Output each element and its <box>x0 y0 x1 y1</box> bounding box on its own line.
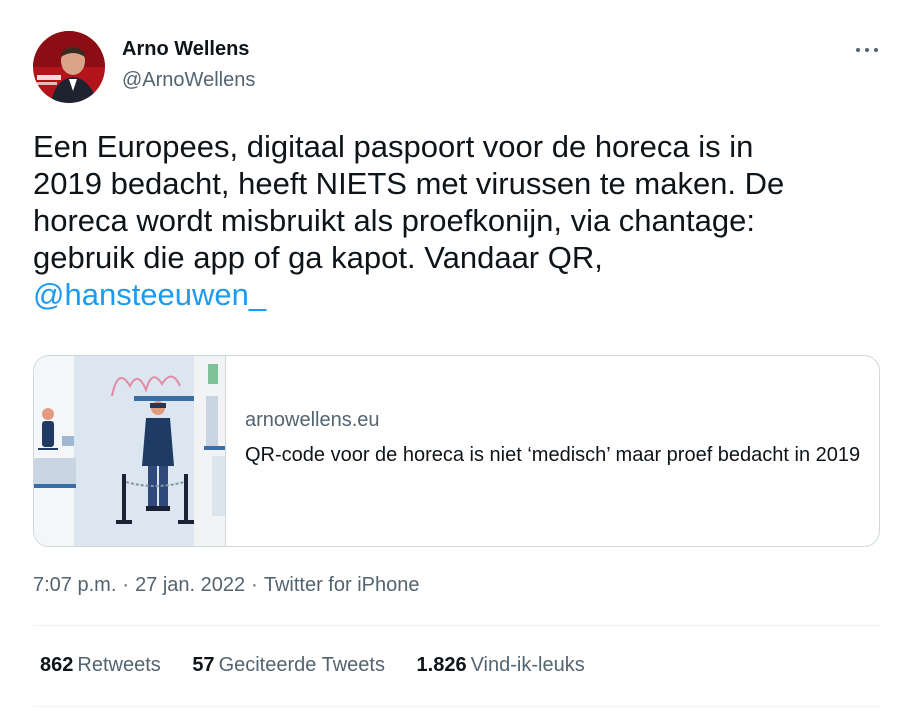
separator: · <box>122 574 130 596</box>
link-card-domain: arnowellens.eu <box>245 409 380 431</box>
likes-stat[interactable]: 1.826 Vind-ik-leuks <box>417 654 585 677</box>
tweet-text: Een Europees, digitaal paspoort voor de … <box>33 128 873 313</box>
card-illustration <box>34 356 225 546</box>
retweets-count: 862 <box>40 654 74 676</box>
divider <box>33 706 881 707</box>
quote-tweets-count: 57 <box>192 654 215 676</box>
link-card[interactable]: arnowellens.eu QR-code voor de horeca is… <box>33 355 880 547</box>
tweet-metadata: 7:07 p.m. · 27 jan. 2022 · Twitter for iPhon… <box>33 574 419 597</box>
author-handle[interactable]: @ArnoWellens <box>122 69 255 92</box>
likes-count: 1.826 <box>416 654 467 676</box>
divider <box>33 625 881 626</box>
quote-tweets-stat[interactable]: 57 Geciteerde Tweets <box>192 654 385 677</box>
tweet-text-line: Een Europees, digitaal paspoort voor de … <box>33 129 754 164</box>
retweets-label: Retweets <box>77 654 161 676</box>
link-card-title: QR-code voor de horeca is niet ‘medisch’… <box>245 444 861 466</box>
quote-tweets-label: Geciteerde Tweets <box>218 654 385 676</box>
tweet-time[interactable]: 7:07 p.m. <box>33 574 116 596</box>
tweet-source[interactable]: Twitter for iPhone <box>264 574 420 596</box>
tweet-text-line: horeca wordt misbruikt als proefkonijn, … <box>33 203 755 238</box>
tweet-date[interactable]: 27 jan. 2022 <box>135 574 245 596</box>
avatar[interactable] <box>33 31 105 103</box>
author-name[interactable]: Arno Wellens <box>122 38 249 61</box>
tweet-text-line: gebruik die app of ga kapot. Vandaar QR, <box>33 240 603 275</box>
retweets-stat[interactable]: 862 Retweets <box>40 654 161 677</box>
more-dots-icon[interactable] <box>850 38 884 62</box>
tweet-text-line: 2019 bedacht, heeft NIETS met virussen t… <box>33 166 785 201</box>
link-card-image <box>34 356 226 546</box>
likes-label: Vind-ik-leuks <box>470 654 585 676</box>
tweet-stats: 862 Retweets 57 Geciteerde Tweets 1.826 Vin… <box>40 654 611 677</box>
avatar-image <box>33 31 105 103</box>
separator: · <box>251 574 258 596</box>
mention-link[interactable]: @hansteeuwen_ <box>33 277 266 312</box>
